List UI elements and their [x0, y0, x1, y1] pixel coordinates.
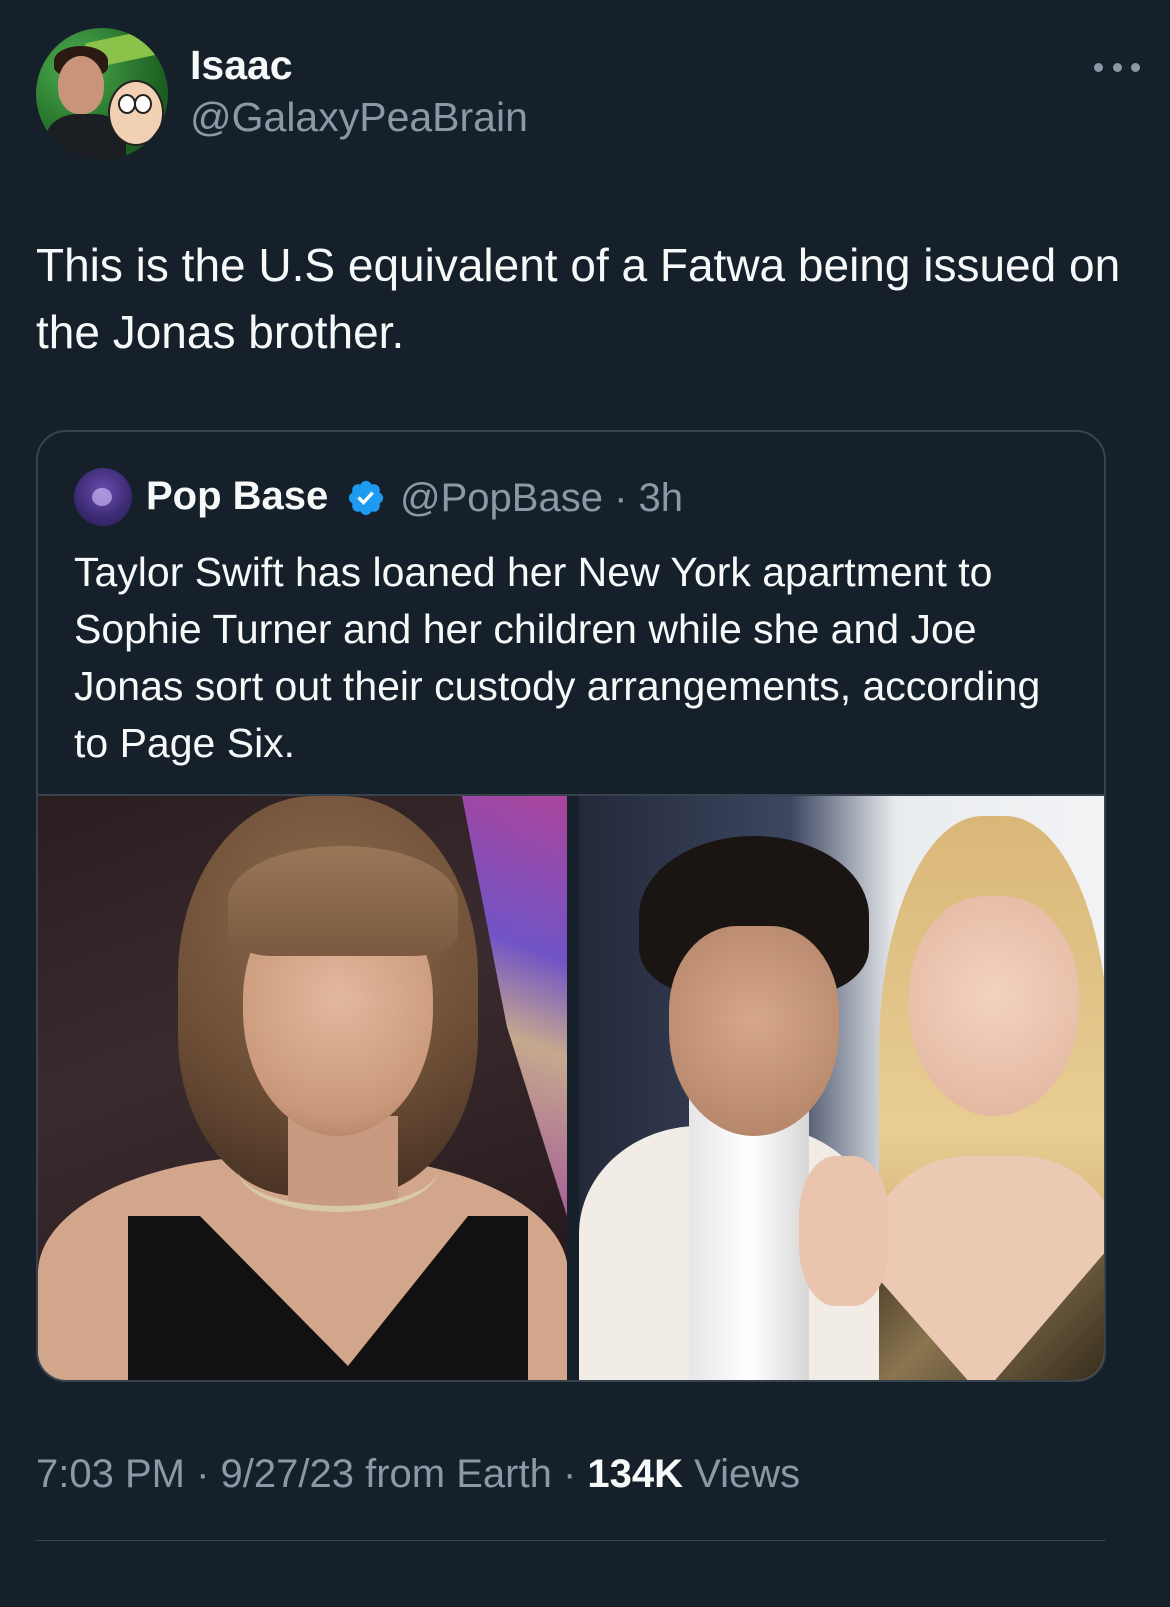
quoted-separator: · [602, 476, 639, 520]
photo-necklace [238, 1126, 438, 1212]
views-label: Views [683, 1452, 801, 1496]
avatar-cartoon-character [108, 80, 164, 146]
meta-separator: · [551, 1452, 588, 1496]
photo-face-left-person [669, 926, 839, 1136]
quoted-tweet-text: Taylor Swift has loaned her New York apa… [74, 549, 1041, 766]
quoted-media-grid [38, 794, 1104, 1380]
more-dot [1094, 62, 1103, 72]
quoted-handle-line: @PopBase · 3h [400, 476, 683, 521]
author-handle[interactable]: @GalaxyPeaBrain [190, 94, 528, 141]
tweet-text: This is the U.S equivalent of a Fatwa be… [36, 239, 1121, 358]
more-horizontal-icon[interactable] [1094, 52, 1140, 82]
author-name[interactable]: Isaac [190, 42, 293, 89]
quoted-time[interactable]: 3h [639, 476, 684, 520]
media-photo-1[interactable] [38, 796, 567, 1380]
meta-separator: · [184, 1452, 221, 1496]
views-count[interactable]: 134K [587, 1452, 683, 1496]
tweet-source: from Earth [353, 1452, 552, 1496]
tweet-header: Isaac @GalaxyPeaBrain [36, 28, 1140, 160]
photo-face-right [909, 896, 1079, 1116]
more-dot [1112, 62, 1122, 72]
more-dot [1131, 62, 1140, 72]
avatar-face [58, 56, 104, 114]
quoted-author-name[interactable]: Pop Base [146, 474, 328, 519]
quoted-author-avatar[interactable] [74, 468, 132, 526]
tweet-time[interactable]: 7:03 PM [36, 1452, 185, 1496]
tweet-date[interactable]: 9/27/23 [221, 1452, 354, 1496]
photo-shirt [689, 1096, 809, 1380]
divider [36, 1540, 1106, 1541]
quoted-author-handle[interactable]: @PopBase [400, 476, 603, 520]
author-avatar[interactable] [36, 28, 168, 160]
quoted-tweet[interactable]: Pop Base @PopBase · 3h Taylor Swift has … [36, 430, 1106, 1382]
tweet-detail: Isaac @GalaxyPeaBrain This is the U.S eq… [0, 0, 1170, 1607]
verified-badge-icon [348, 480, 384, 516]
photo-bangs [228, 846, 458, 956]
media-photo-2[interactable] [579, 796, 1104, 1380]
photo-hand [799, 1156, 889, 1306]
tweet-metadata: 7:03 PM · 9/27/23 from Earth · 134K View… [36, 1452, 800, 1497]
